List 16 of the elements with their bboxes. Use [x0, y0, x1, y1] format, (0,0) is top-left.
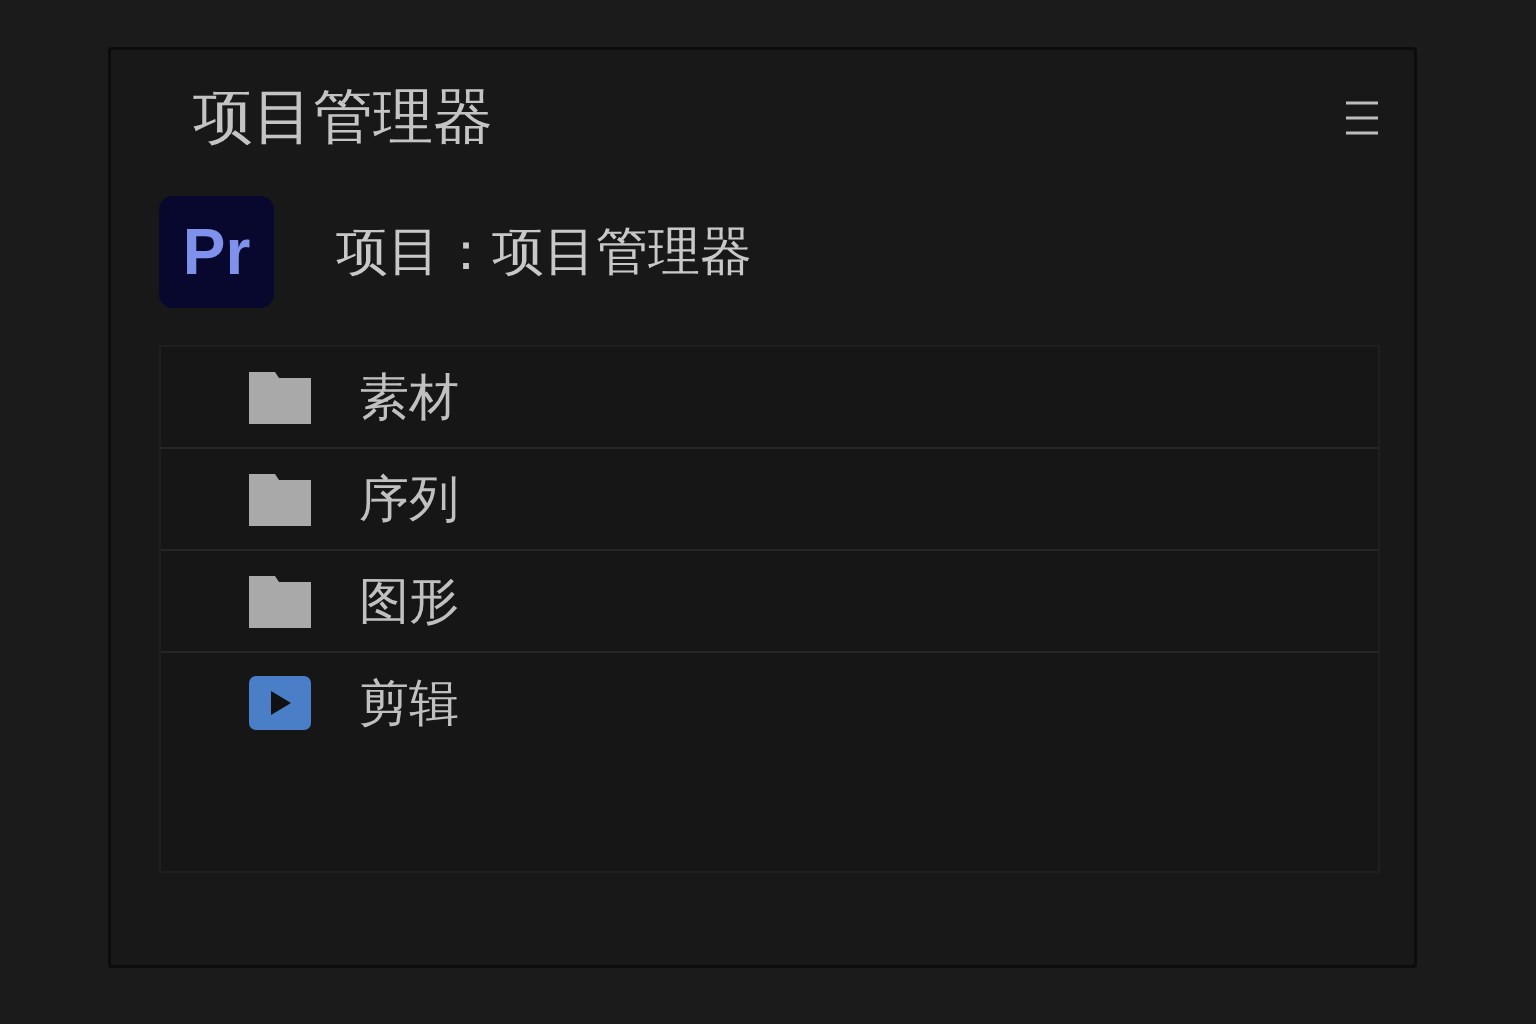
app-logo: Pr: [159, 196, 274, 308]
item-label: 素材: [359, 366, 459, 428]
folder-icon: [249, 574, 311, 628]
bin-item[interactable]: 素材: [161, 347, 1378, 449]
item-label: 剪辑: [359, 672, 459, 734]
menu-icon[interactable]: [1346, 99, 1378, 136]
folder-icon: [249, 370, 311, 424]
bin-item[interactable]: 剪辑: [161, 653, 1378, 753]
bin-item[interactable]: 图形: [161, 551, 1378, 653]
item-label: 序列: [359, 468, 459, 530]
bin-item[interactable]: 序列: [161, 449, 1378, 551]
project-name: 项目：项目管理器: [336, 220, 752, 283]
play-icon: [249, 676, 311, 730]
folder-icon: [249, 472, 311, 526]
item-label: 图形: [359, 570, 459, 632]
panel-title: 项目管理器: [193, 80, 493, 153]
